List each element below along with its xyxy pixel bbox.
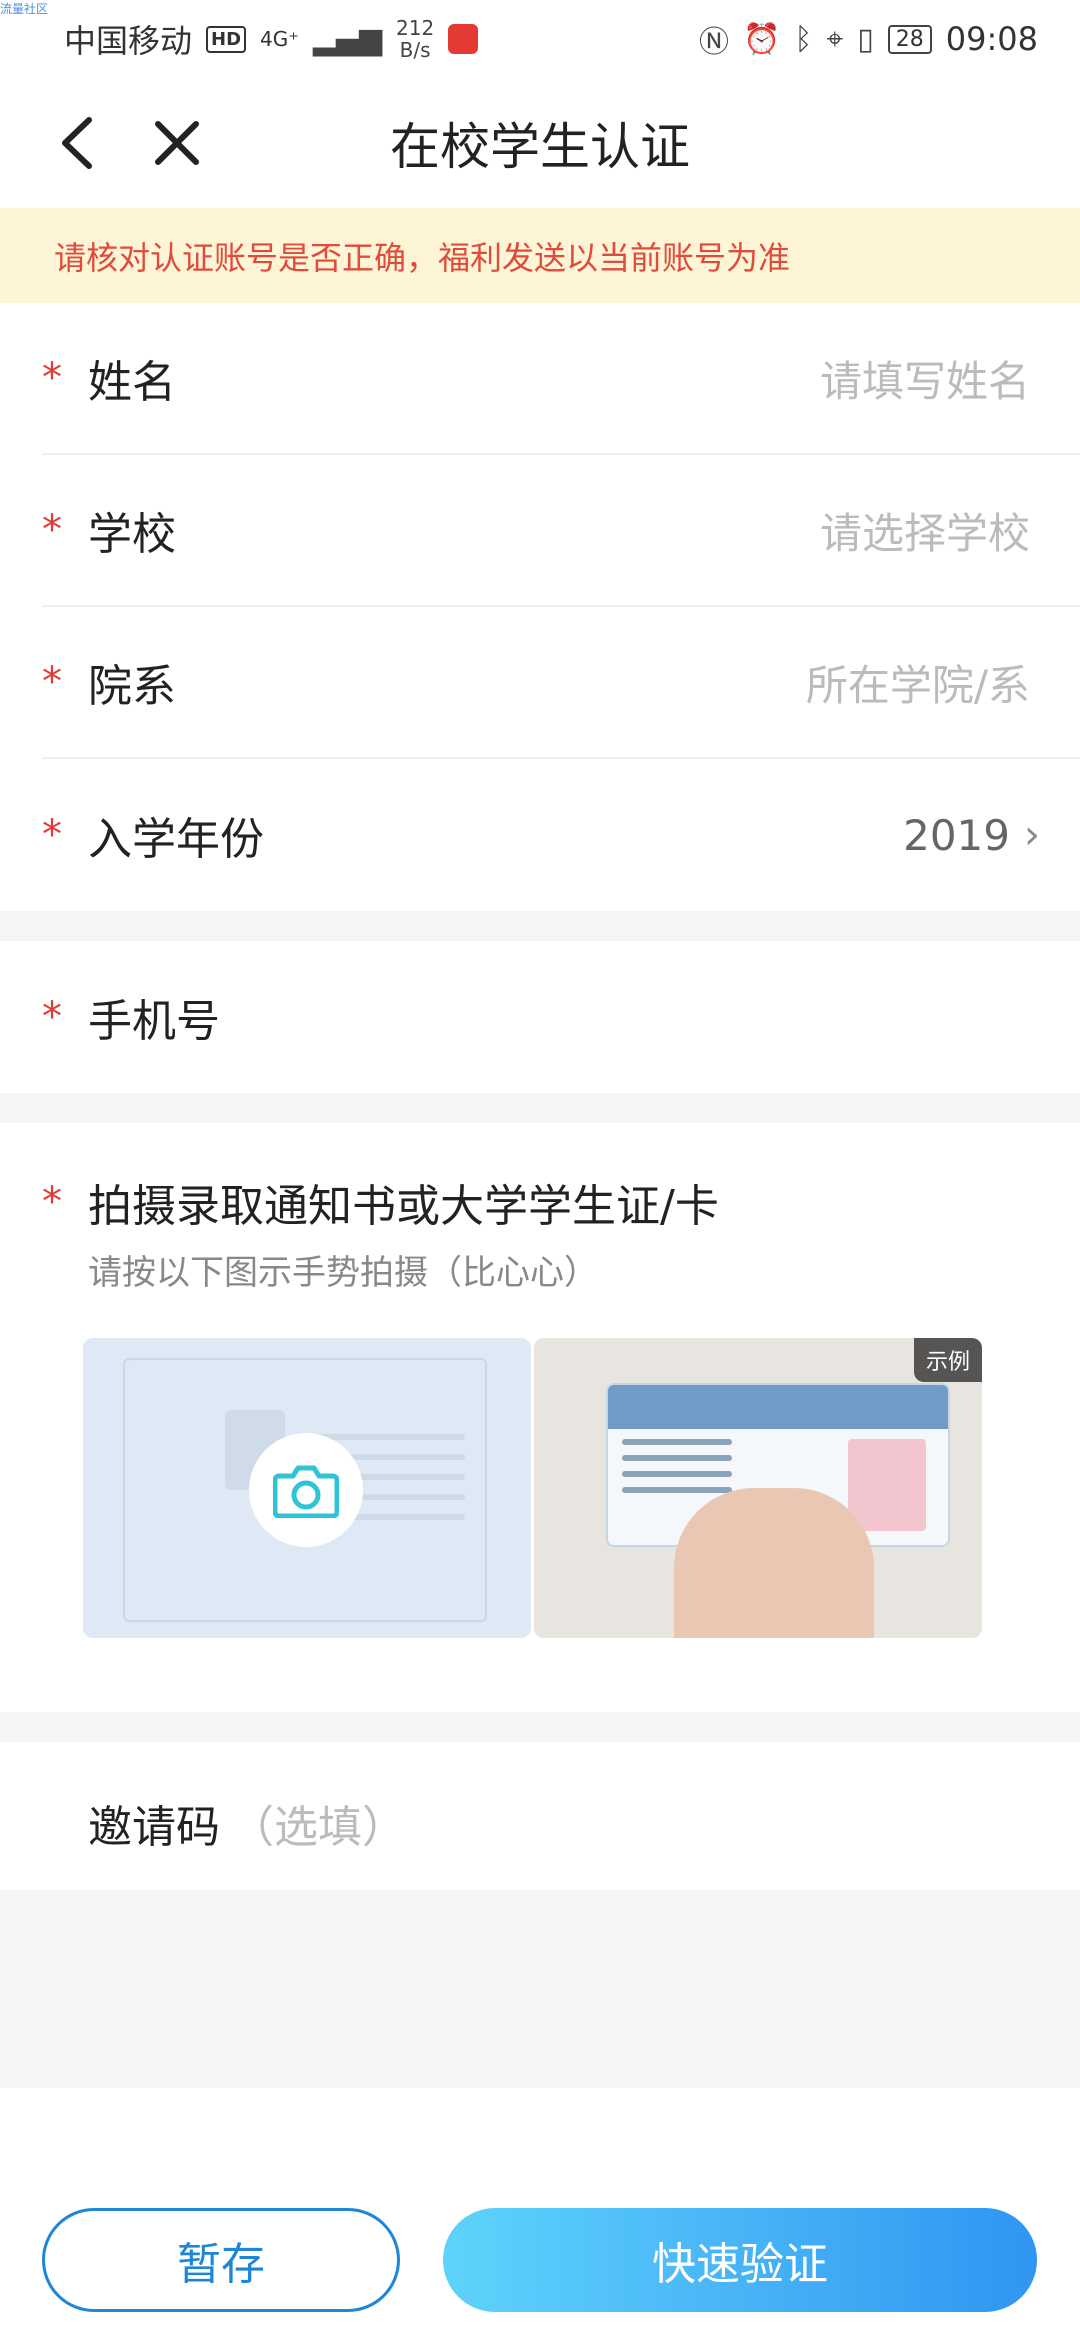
card-header	[608, 1385, 948, 1429]
notification-app-icon	[448, 24, 479, 54]
section-divider	[0, 911, 1080, 941]
card-portrait	[848, 1439, 926, 1531]
field-name[interactable]: * 姓名 请填写姓名	[42, 303, 1080, 455]
enroll-year-value[interactable]: 2019	[903, 811, 1024, 860]
invite-label: 邀请码	[88, 1802, 220, 1853]
alarm-icon: ⏰	[743, 21, 781, 57]
required-mark: *	[42, 659, 62, 705]
back-icon[interactable]	[55, 116, 99, 170]
field-department-label: 院系	[88, 661, 176, 712]
vibrate-icon: ▯	[857, 21, 874, 57]
field-phone-label: 手机号	[88, 996, 220, 1047]
bottom-spacer	[0, 1890, 1080, 2088]
required-mark: *	[42, 812, 62, 858]
name-input[interactable]: 请填写姓名	[820, 348, 1080, 409]
hand-illustration	[674, 1488, 874, 1638]
card-line	[622, 1487, 732, 1493]
save-draft-button[interactable]: 暂存	[42, 2208, 400, 2312]
network-type: 4G⁺	[260, 27, 299, 51]
card-line	[622, 1471, 732, 1477]
photo-upload-area[interactable]	[83, 1338, 531, 1638]
department-input[interactable]: 所在学院/系	[806, 652, 1080, 713]
status-left: 中国移动 HD 4G⁺ ▂▄▆ 212 B/s	[64, 16, 479, 62]
field-department[interactable]: * 院系 所在学院/系	[42, 607, 1080, 759]
location-icon: ⌖	[826, 21, 844, 57]
field-phone[interactable]: * 手机号	[42, 941, 1080, 1093]
notice-banner: 请核对认证账号是否正确，福利发送以当前账号为准	[0, 208, 1080, 303]
field-enroll-year[interactable]: * 入学年份 2019 ›	[42, 759, 1080, 911]
field-school[interactable]: * 学校 请选择学校	[42, 455, 1080, 607]
photo-subtitle: 请按以下图示手势拍摄（比心心）	[88, 1253, 598, 1293]
hd-badge: HD	[206, 25, 247, 53]
example-tag: 示例	[913, 1338, 982, 1382]
photo-section-title: * 拍摄录取通知书或大学学生证/卡	[42, 1170, 719, 1234]
invite-hint: （选填）	[230, 1802, 406, 1853]
section-divider	[0, 1093, 1080, 1123]
school-select[interactable]: 请选择学校	[820, 500, 1080, 561]
status-right: Ⓝ ⏰ ᛒ ⌖ ▯ 28 09:08	[699, 17, 1038, 61]
close-icon[interactable]	[150, 116, 204, 170]
status-bar: 中国移动 HD 4G⁺ ▂▄▆ 212 B/s Ⓝ ⏰ ᛒ ⌖ ▯ 28 09:…	[0, 0, 1080, 78]
photo-title-text: 拍摄录取通知书或大学学生证/卡	[88, 1181, 719, 1232]
bluetooth-icon: ᛒ	[794, 21, 813, 57]
clock: 09:08	[945, 20, 1038, 58]
card-line	[622, 1439, 732, 1445]
required-mark: *	[42, 1179, 62, 1225]
field-school-label: 学校	[88, 509, 176, 560]
signal-icon: ▂▄▆	[312, 21, 383, 57]
field-invite-code[interactable]: 邀请码 （选填）	[88, 1748, 406, 1898]
photo-example-image: 示例	[534, 1338, 982, 1638]
camera-icon	[273, 1465, 339, 1518]
card-line	[622, 1455, 732, 1461]
camera-button[interactable]	[249, 1433, 363, 1547]
nfc-icon: Ⓝ	[699, 25, 730, 60]
field-name-label: 姓名	[88, 357, 176, 408]
battery-indicator: 28	[887, 24, 932, 54]
required-mark: *	[42, 994, 62, 1040]
carrier-label: 中国移动	[64, 22, 193, 60]
network-speed: 212 B/s	[396, 17, 434, 61]
required-mark: *	[42, 355, 62, 401]
section-divider	[0, 1712, 1080, 1742]
required-mark: *	[42, 507, 62, 553]
field-enroll-year-label: 入学年份	[88, 814, 264, 865]
chevron-right-icon: ›	[1024, 812, 1040, 858]
speed-value: 212	[396, 16, 435, 40]
speed-unit: B/s	[399, 38, 431, 62]
quick-verify-button[interactable]: 快速验证	[443, 2208, 1037, 2312]
nav-bar: 在校学生认证	[0, 78, 1080, 208]
